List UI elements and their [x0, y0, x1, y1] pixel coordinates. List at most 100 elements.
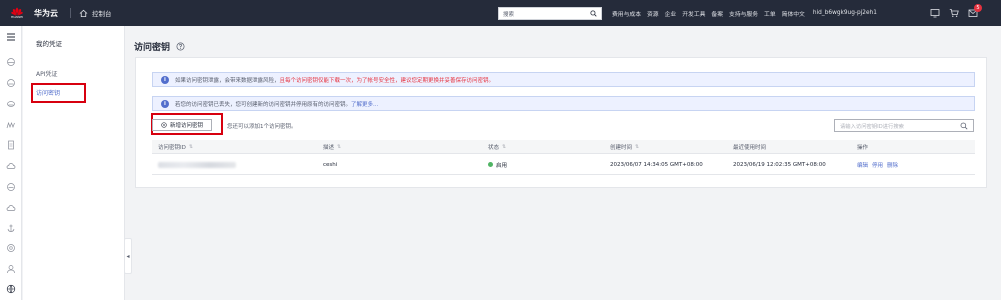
- rail-item-7[interactable]: [5, 181, 17, 193]
- status-dot-icon: [488, 162, 493, 167]
- nav-devtools[interactable]: 开发工具: [682, 9, 705, 18]
- rail-item-8[interactable]: [5, 202, 17, 214]
- cart-button[interactable]: [949, 8, 959, 18]
- rail-item-9[interactable]: [5, 222, 17, 234]
- console-label: 控制台: [92, 10, 112, 18]
- cloud-server-icon: [7, 79, 15, 87]
- global-search-input[interactable]: 搜索: [498, 7, 602, 20]
- redacted-key-id: [158, 161, 236, 168]
- console-link[interactable]: 控制台: [79, 8, 112, 18]
- nav-resources[interactable]: 资源: [647, 9, 659, 18]
- col-created[interactable]: 创建时间 ⇅: [610, 140, 639, 153]
- divider: [70, 8, 71, 18]
- rail-item-3[interactable]: [5, 98, 17, 110]
- help-icon[interactable]: [176, 42, 185, 51]
- hamburger-icon: [7, 33, 15, 41]
- key-id-cell: [158, 155, 236, 174]
- screen-icon: [930, 9, 940, 18]
- col-last-used: 最近使用时间: [733, 140, 766, 153]
- network-icon: [6, 205, 16, 211]
- rail-item-2[interactable]: [5, 77, 17, 89]
- notice-text: 若您的访问密钥已丢失，您可创建新的访问密钥并停用原有的访问密钥。: [175, 101, 352, 108]
- col-label: 描述: [323, 144, 335, 151]
- rail-item-5[interactable]: [5, 139, 17, 151]
- globe-icon: [6, 284, 16, 294]
- huawei-logo[interactable]: HUAWEI: [6, 6, 28, 20]
- col-label: 创建时间: [610, 144, 633, 151]
- status-cell: 启用: [488, 155, 507, 174]
- access-key-search-input[interactable]: 请输入访问密钥ID进行搜索: [834, 119, 974, 132]
- rail-item-6[interactable]: [5, 160, 17, 172]
- sort-icon[interactable]: ⇅: [635, 144, 639, 150]
- message-button[interactable]: [930, 8, 940, 18]
- notice-warning-text: 且每个访问密钥仅能下载一次，为了帐号安全性，建议您定期更换并妥善保存访问密钥。: [279, 77, 495, 84]
- lost-key-notice: i 若您的访问密钥已丢失，您可创建新的访问密钥并停用原有的访问密钥。 了解更多.…: [152, 96, 975, 111]
- cloud-outline-icon: [6, 163, 16, 169]
- nav-tickets[interactable]: 工单: [764, 9, 776, 18]
- col-label: 状态: [488, 144, 500, 151]
- create-button-label: 新增访问密钥: [169, 123, 203, 129]
- anchor-icon: [7, 224, 15, 232]
- col-status[interactable]: 状态 ⇅: [488, 140, 506, 153]
- page-title-text: 访问密钥: [134, 43, 171, 53]
- description-cell: ceshi: [323, 161, 338, 168]
- plus-circle-icon: [161, 122, 167, 128]
- menu-button[interactable]: [5, 31, 17, 43]
- brand-name[interactable]: 华为云: [34, 8, 58, 19]
- nav-icp-filing[interactable]: 备案: [711, 9, 723, 18]
- col-key-id[interactable]: 访问密钥ID ⇅: [158, 140, 193, 153]
- col-description[interactable]: 描述 ⇅: [323, 140, 341, 153]
- user-account[interactable]: hid_b6wgk9ug-pj2eh1: [813, 10, 877, 16]
- notification-badge: 5: [974, 4, 982, 12]
- access-keys-card: i 如果访问密钥泄露，会带来数据泄露风险， 且每个访问密钥仅能下载一次，为了帐号…: [135, 57, 987, 188]
- table-row: ceshi 启用 2023/06/07 14:34:05 GMT+08:00 2…: [152, 155, 975, 175]
- actions-cell: 编辑 停用 删除: [857, 155, 902, 174]
- created-cell: 2023/06/07 14:34:05 GMT+08:00: [610, 161, 703, 168]
- collapse-sidebar-button[interactable]: ◂: [124, 238, 132, 274]
- nav-enterprise[interactable]: 企业: [665, 9, 677, 18]
- search-icon[interactable]: [590, 10, 597, 17]
- wave-icon: [6, 121, 15, 129]
- notice-text: 如果访问密钥泄露，会带来数据泄露风险，: [175, 77, 280, 84]
- document-icon: [8, 140, 14, 150]
- col-label: 操作: [857, 144, 869, 151]
- users-icon: [7, 265, 15, 274]
- edit-link[interactable]: 编辑: [857, 161, 868, 169]
- security-notice: i 如果访问密钥泄露，会带来数据泄露风险， 且每个访问密钥仅能下载一次，为了帐号…: [152, 72, 975, 87]
- filter-icon[interactable]: ⇅: [502, 144, 506, 150]
- home-icon: [79, 9, 88, 17]
- info-icon: i: [161, 75, 169, 84]
- nav-item-api-credentials[interactable]: API凭证: [36, 69, 58, 78]
- rail-item-1[interactable]: [5, 56, 17, 68]
- database-icon: [7, 101, 15, 107]
- top-icons: 5: [930, 0, 982, 26]
- create-access-key-button[interactable]: 新增访问密钥: [152, 119, 212, 131]
- rail-item-11[interactable]: [5, 263, 17, 275]
- quota-text: 您还可以添加1个访问密钥。: [227, 124, 297, 130]
- status-label: 启用: [496, 162, 508, 169]
- credentials-nav: 我的凭证 API凭证 访问密钥: [23, 26, 125, 300]
- notification-button[interactable]: 5: [968, 4, 982, 18]
- logo-wordmark: HUAWEI: [10, 15, 24, 19]
- rail-item-4[interactable]: [5, 119, 17, 131]
- cart-icon: [949, 9, 959, 17]
- search-icon[interactable]: [960, 122, 968, 130]
- col-label: 访问密钥ID: [158, 144, 186, 151]
- disable-link[interactable]: 停用: [872, 161, 883, 169]
- chevron-left-icon: ◂: [126, 252, 130, 260]
- highlight-box-nav: [31, 83, 86, 103]
- info-icon: i: [161, 99, 169, 108]
- page-title: 访问密钥: [134, 40, 185, 53]
- storage-icon: [7, 183, 15, 191]
- rail-item-12[interactable]: [5, 283, 17, 295]
- rail-item-10[interactable]: [5, 242, 17, 254]
- nav-cost[interactable]: 费用与成本: [612, 9, 641, 18]
- nav-language[interactable]: 简体中文: [782, 9, 805, 18]
- sort-icon[interactable]: ⇅: [189, 144, 193, 150]
- nav-support[interactable]: 支持与服务: [729, 9, 758, 18]
- delete-link[interactable]: 删除: [887, 161, 898, 169]
- sort-icon[interactable]: ⇅: [337, 144, 341, 150]
- table-header: 访问密钥ID ⇅ 描述 ⇅ 状态 ⇅ 创建时间 ⇅ 最近使用时间 操作: [152, 140, 975, 154]
- col-actions: 操作: [857, 140, 868, 153]
- learn-more-link[interactable]: 了解更多...: [351, 100, 378, 108]
